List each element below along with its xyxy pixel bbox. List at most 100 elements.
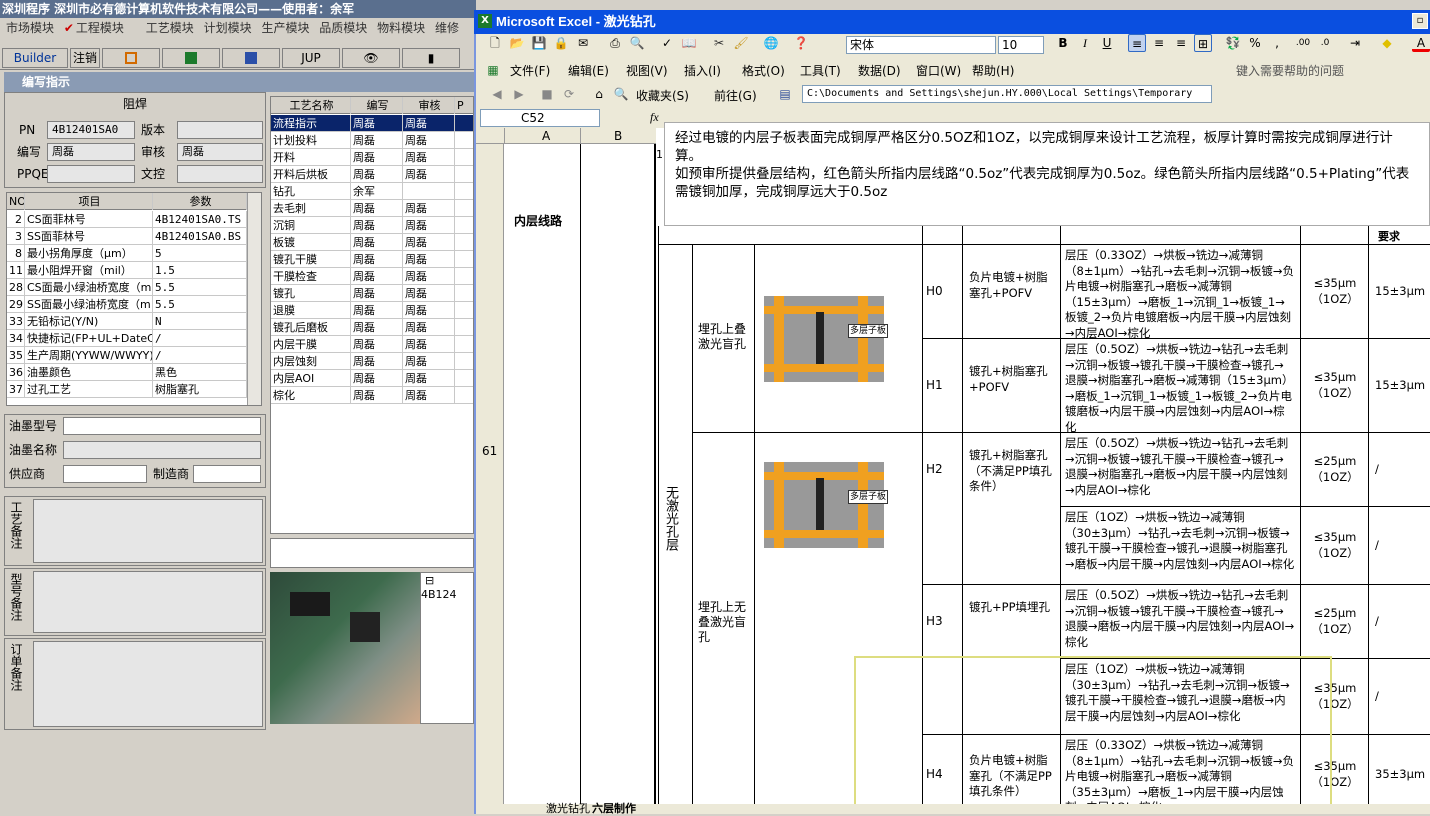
row-copper[interactable]: ≤35μm（1OZ） [1304, 508, 1366, 584]
font-size-select[interactable]: 10 [998, 36, 1044, 54]
row-process[interactable]: 层压（0.5OZ）→烘板→铣边→钻孔→去毛刺→沉铜→板镀→镀孔干膜→干膜检查→镀… [1062, 434, 1298, 506]
eye-icon[interactable]: 👁 [342, 48, 400, 68]
menu-market[interactable]: 市场模块 [6, 21, 54, 35]
row-requirement[interactable]: 15±3μm [1372, 340, 1428, 432]
menu-craft[interactable]: 工艺模块 [146, 21, 194, 35]
process-row[interactable]: 流程指示 周磊 周磊 [271, 115, 473, 132]
process-row[interactable]: 板镀 周磊 周磊 [271, 234, 473, 251]
process-row[interactable]: 开料 周磊 周磊 [271, 149, 473, 166]
decrease-decimal-icon[interactable]: .0 [1316, 34, 1334, 52]
window-restore-icon[interactable]: ▫ [1412, 13, 1428, 29]
menu-material[interactable]: 物料模块 [377, 21, 425, 35]
process-row[interactable]: 去毛刺 周磊 周磊 [271, 200, 473, 217]
favorites-menu[interactable]: 收藏夹(S) [636, 87, 689, 104]
process-row[interactable]: 棕化 周磊 周磊 [271, 387, 473, 404]
param-row[interactable]: 3 SS面菲林号 4B12401SA0.BS [7, 228, 261, 245]
process-detail-field[interactable] [270, 538, 474, 568]
email-icon[interactable]: ✉ [574, 34, 592, 52]
param-row[interactable]: 2 CS面菲林号 4B12401SA0.TS [7, 211, 261, 228]
param-row[interactable]: 36 油墨颜色 黑色 [7, 364, 261, 381]
open-icon[interactable]: 📂 [508, 34, 526, 52]
param-row[interactable]: 35 生产周期(YYWW/WWYY) / [7, 347, 261, 364]
menu-help[interactable]: 帮助(H) [972, 62, 1014, 79]
align-left-icon[interactable]: ≡ [1128, 34, 1146, 52]
row-process[interactable]: 层压（0.5OZ）→烘板→铣边→钻孔→去毛刺→沉铜→板镀→镀孔干膜→干膜检查→镀… [1062, 586, 1298, 658]
menu-edit[interactable]: 编辑(E) [568, 62, 609, 79]
menu-file[interactable]: 文件(F) [510, 62, 550, 79]
menu-engineering[interactable]: 工程模块 [76, 21, 124, 35]
row-requirement[interactable]: / [1372, 434, 1428, 506]
craft-note-field[interactable] [33, 499, 263, 563]
italic-icon[interactable]: I [1076, 34, 1094, 52]
row-process[interactable]: 层压（1OZ）→烘板→铣边→减薄铜（30±3μm）→钻孔→去毛刺→沉铜→板镀→镀… [1062, 508, 1298, 584]
row-copper[interactable]: ≤35μm（1OZ） [1304, 340, 1366, 432]
search-web-icon[interactable]: 🔍 [612, 85, 630, 103]
permission-icon[interactable]: 🔒 [552, 34, 570, 52]
row-copper[interactable]: ≤35μm（1OZ） [1304, 246, 1366, 338]
menu-insert[interactable]: 插入(I) [684, 62, 721, 79]
menu-format[interactable]: 格式(O) [742, 62, 785, 79]
row-requirement[interactable]: 35±3μm [1372, 736, 1428, 814]
logout-button[interactable]: 注销 [70, 48, 100, 68]
param-row[interactable]: 37 过孔工艺 树脂塞孔 [7, 381, 261, 398]
pn-field[interactable]: 4B12401SA0 [47, 121, 135, 139]
underline-icon[interactable]: U [1098, 34, 1116, 52]
currency-icon[interactable]: 💱 [1224, 34, 1242, 52]
row-requirement[interactable]: / [1372, 660, 1428, 734]
doc-control-field[interactable] [177, 165, 263, 183]
forward-icon[interactable]: ▶ [510, 85, 528, 103]
menu-production[interactable]: 生产模块 [261, 21, 309, 35]
param-row[interactable]: 29 SS面最小绿油桥宽度（m 5.5 [7, 296, 261, 313]
row-type[interactable]: 镀孔+PP填埋孔 [966, 586, 1058, 658]
jup-button[interactable]: JUP [282, 48, 340, 68]
research-icon[interactable]: 📖 [680, 34, 698, 52]
process-row[interactable]: 开料后烘板 周磊 周磊 [271, 166, 473, 183]
row-process[interactable]: 层压（0.33OZ）→烘板→铣边→减薄铜（8±1μm）→钻孔→去毛刺→沉铜→板镀… [1062, 246, 1298, 338]
param-row[interactable]: 34 快捷标记(FP+UL+DateCo / [7, 330, 261, 347]
home-icon[interactable]: ⌂ [590, 85, 608, 103]
param-row[interactable]: 8 最小拐角厚度（μm） 5 [7, 245, 261, 262]
row-code[interactable]: H1 [926, 340, 960, 432]
process-row[interactable]: 计划投料 周磊 周磊 [271, 132, 473, 149]
font-color-icon[interactable]: A [1412, 34, 1430, 52]
row-requirement[interactable]: / [1372, 586, 1428, 658]
row-type[interactable] [966, 508, 1058, 584]
row-type[interactable]: 负片电镀+树脂塞孔+POFV [966, 246, 1058, 338]
process-row[interactable]: 镀孔 周磊 周磊 [271, 285, 473, 302]
show-web-toolbar-icon[interactable]: ▤ [776, 85, 794, 103]
row-copper[interactable]: ≤25μm（1OZ） [1304, 434, 1366, 506]
row-code[interactable]: H0 [926, 246, 960, 338]
row-copper[interactable]: ≤25μm（1OZ） [1304, 586, 1366, 658]
process-row[interactable]: 沉铜 周磊 周磊 [271, 217, 473, 234]
process-row[interactable]: 干膜检查 周磊 周磊 [271, 268, 473, 285]
tree-toggle-icon[interactable]: ⊟ [425, 574, 434, 587]
row-requirement[interactable]: 15±3μm [1372, 246, 1428, 338]
format-painter-icon[interactable]: 🖌 [732, 34, 750, 52]
comma-icon[interactable]: , [1268, 34, 1286, 52]
process-row[interactable]: 镀孔后磨板 周磊 周磊 [271, 319, 473, 336]
excel-doc-icon[interactable]: ▦ [484, 61, 502, 79]
process-row[interactable]: 钻孔 余军 [271, 183, 473, 200]
writer-field[interactable]: 周磊 [47, 143, 135, 161]
print-preview-icon[interactable]: 🔍 [628, 34, 646, 52]
col-header-b[interactable]: B [614, 129, 622, 143]
version-field[interactable] [177, 121, 263, 139]
excel-icon[interactable] [162, 48, 220, 68]
reviewer-field[interactable]: 周磊 [177, 143, 263, 161]
address-field[interactable]: C:\Documents and Settings\shejun.HY.000\… [802, 85, 1212, 103]
menu-view[interactable]: 视图(V) [626, 62, 668, 79]
align-right-icon[interactable]: ≡ [1172, 34, 1190, 52]
ink-name-field[interactable] [63, 441, 261, 459]
refresh-icon[interactable]: ⟳ [560, 85, 578, 103]
print-icon[interactable]: ⎙ [606, 34, 624, 52]
goto-menu[interactable]: 前往(G) [714, 87, 757, 104]
inner-layer-cell[interactable]: 内层线路 [514, 212, 562, 229]
font-name-select[interactable]: 宋体 [846, 36, 996, 54]
row-code[interactable]: H2 [926, 434, 960, 506]
fill-color-icon[interactable]: ◆ [1378, 34, 1396, 52]
process-row[interactable]: 内层干膜 周磊 周磊 [271, 336, 473, 353]
increase-decimal-icon[interactable]: .00 [1294, 34, 1312, 52]
stop-icon[interactable]: ■ [538, 85, 556, 103]
param-row[interactable]: 28 CS面最小绿油桥宽度（m 5.5 [7, 279, 261, 296]
new-icon[interactable]: 🗋 [486, 34, 504, 52]
